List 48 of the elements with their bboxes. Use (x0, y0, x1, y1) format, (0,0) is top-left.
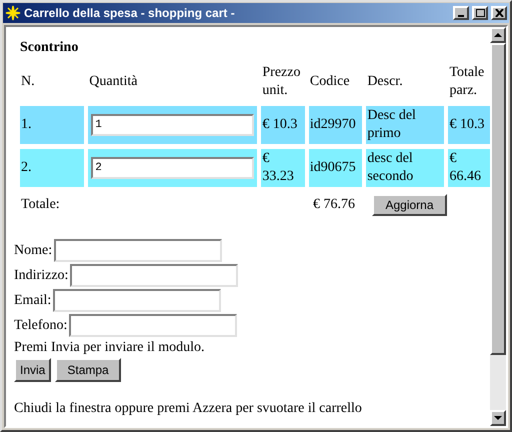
column-header: Descr. (366, 73, 404, 91)
scrollbar[interactable] (490, 27, 506, 426)
column-header: Prezzo unit. (261, 64, 302, 100)
scroll-up-button[interactable] (490, 27, 506, 43)
field-label: Nome: (14, 242, 52, 260)
form-button[interactable]: Stampa (55, 358, 121, 382)
receipt-heading: Scontrino (20, 39, 80, 57)
text-field[interactable] (53, 289, 222, 312)
close-icon (494, 9, 504, 17)
scroll-down-button[interactable] (490, 410, 506, 426)
close-button[interactable] (491, 6, 507, 20)
star-icon (5, 5, 21, 21)
table-cell: € 10.3 (261, 106, 305, 144)
text-field[interactable] (54, 239, 222, 262)
scroll-thumb[interactable] (490, 43, 506, 355)
table-cell: € 33.23 (261, 149, 305, 187)
quantity-field[interactable]: 1 (91, 114, 254, 136)
field-label: Indirizzo: (14, 266, 68, 284)
field-label: Telefono: (14, 316, 68, 334)
column-header: Quantità (88, 73, 138, 91)
up-arrow-icon (494, 32, 502, 38)
total-value: € 76.76 (312, 196, 356, 214)
window-title: Carrello della spesa - shopping cart - (24, 5, 236, 22)
column-header: Codice (308, 73, 351, 91)
total-label: Totale: (20, 196, 61, 214)
table-cell: € 66.46 (448, 149, 490, 187)
text-field[interactable] (70, 264, 238, 287)
hint-text: Premi Invia per inviare il modulo. (14, 339, 206, 357)
maximize-icon (476, 9, 484, 17)
table-cell: desc del secondo (366, 149, 444, 187)
minimize-button[interactable] (453, 6, 469, 20)
footer-text: Chiudi la finestra oppure premi Azzera per svuotare il carrello (14, 400, 363, 418)
table-cell: € 10.3 (448, 106, 490, 144)
down-arrow-icon (494, 416, 502, 420)
table-cell: 1. (20, 106, 84, 144)
column-header: N. (20, 73, 36, 91)
quantity-field[interactable]: 2 (91, 157, 254, 179)
table-cell: id90675 (308, 149, 362, 187)
table-cell: Desc del primo (366, 106, 444, 144)
text-field[interactable] (69, 314, 238, 337)
form-button[interactable]: Invia (14, 358, 52, 382)
minimize-icon (458, 15, 464, 17)
maximize-button[interactable] (472, 6, 488, 20)
table-cell: id29970 (308, 106, 362, 144)
column-header: Totale parz. (448, 64, 486, 100)
table-cell: 2. (20, 149, 84, 187)
field-label: Email: (14, 292, 52, 310)
update-button[interactable]: Aggiorna (372, 194, 447, 216)
